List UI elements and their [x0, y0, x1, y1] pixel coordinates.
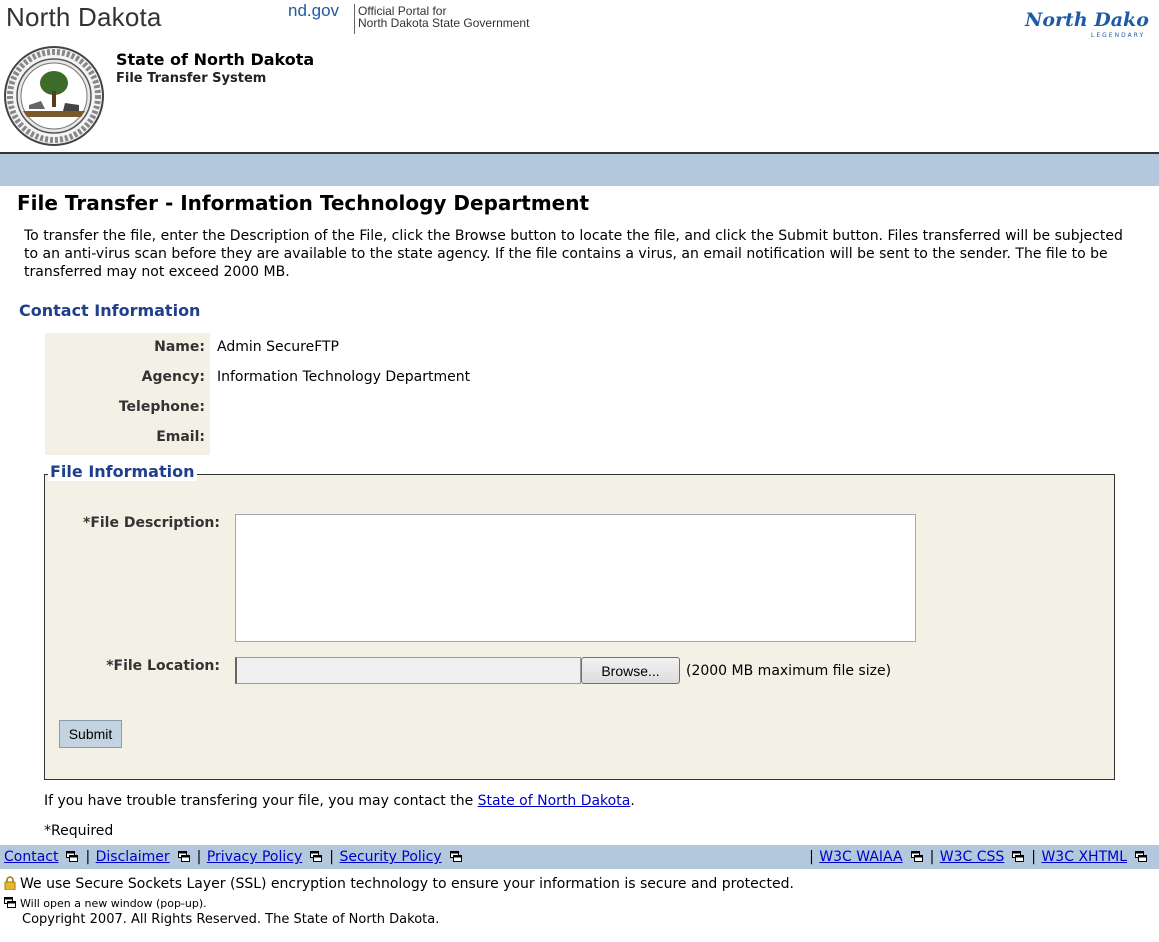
- ssl-note-text: We use Secure Sockets Layer (SSL) encryp…: [20, 876, 794, 892]
- popup-window-icon: [177, 851, 190, 862]
- footer-link-w3c-xhtml[interactable]: W3C XHTML: [1041, 849, 1127, 865]
- agency-value: Information Technology Department: [217, 369, 471, 385]
- state-title: State of North Dakota: [116, 50, 315, 69]
- logo-tagline: LEGENDARY: [1091, 32, 1145, 39]
- page-title: File Transfer - Information Technology D…: [17, 191, 590, 215]
- lock-icon: [4, 876, 16, 890]
- file-description-label: *File Description:: [83, 515, 220, 531]
- separator: |: [809, 849, 814, 865]
- name-value: Admin SecureFTP: [217, 339, 340, 355]
- footer-link-contact[interactable]: Contact: [4, 849, 58, 865]
- system-title: File Transfer System: [116, 71, 267, 86]
- email-label: Email:: [156, 429, 205, 445]
- great-seal-icon: [4, 46, 104, 146]
- intro-text: To transfer the file, enter the Descript…: [24, 228, 1123, 280]
- file-location-label: *File Location:: [106, 658, 220, 674]
- separator: |: [929, 849, 935, 865]
- footer-link-security-policy[interactable]: Security Policy: [339, 849, 441, 865]
- logo-text: North Dakota: [1024, 9, 1149, 31]
- popup-window-icon: [66, 851, 79, 862]
- separator: |: [1031, 849, 1037, 865]
- portal-tagline: Official Portal for North Dakota State G…: [358, 5, 529, 29]
- portal-line-2: North Dakota State Government: [358, 16, 530, 30]
- ssl-note: We use Secure Sockets Layer (SSL) encryp…: [4, 876, 794, 892]
- trouble-prefix: If you have trouble transfering your fil…: [44, 793, 478, 809]
- state-contact-link[interactable]: State of North Dakota: [478, 793, 631, 809]
- popup-window-icon: [449, 851, 462, 862]
- popup-window-icon: [4, 897, 16, 908]
- trouble-text: If you have trouble transfering your fil…: [44, 793, 635, 809]
- footer-link-privacy-policy[interactable]: Privacy Policy: [207, 849, 302, 865]
- popup-window-icon: [1012, 851, 1025, 862]
- footer-links-left: Contact | Disclaimer | Privacy Policy | Sec…: [4, 849, 468, 865]
- footer-links-right: | W3C WAIAA | W3C CSS | W3C XHTML: [808, 849, 1153, 865]
- portal-divider: [354, 4, 355, 34]
- browse-button[interactable]: Browse...: [581, 657, 680, 684]
- copyright: Copyright 2007. All Rights Reserved. The…: [22, 912, 440, 927]
- agency-label: Agency:: [141, 369, 205, 385]
- submit-button[interactable]: Submit: [59, 720, 122, 748]
- contact-heading: Contact Information: [19, 301, 201, 320]
- top-bar: North Dakota nd.gov Official Portal for …: [0, 0, 1159, 46]
- footer-link-w3c-css[interactable]: W3C CSS: [940, 849, 1005, 865]
- file-location-input[interactable]: [235, 657, 581, 684]
- file-description-textarea[interactable]: [235, 514, 916, 642]
- name-label: Name:: [154, 339, 205, 355]
- separator: |: [85, 849, 91, 865]
- popup-window-icon: [1135, 851, 1147, 862]
- footer-link-disclaimer[interactable]: Disclaimer: [96, 849, 170, 865]
- nav-band: [0, 152, 1159, 186]
- file-information-legend: File Information: [48, 462, 197, 481]
- separator: |: [329, 849, 334, 865]
- popup-window-icon: [910, 851, 923, 862]
- popup-window-icon: [310, 851, 323, 862]
- telephone-label: Telephone:: [118, 399, 205, 415]
- separator: |: [196, 849, 202, 865]
- north-dakota-legendary-logo[interactable]: North Dakota LEGENDARY: [1021, 4, 1149, 40]
- trouble-suffix: .: [630, 793, 635, 809]
- max-file-size-note: (2000 MB maximum file size): [686, 663, 892, 679]
- footer-link-w3c-waiaa[interactable]: W3C WAIAA: [819, 849, 902, 865]
- required-note: *Required: [44, 823, 114, 839]
- popup-note: Will open a new window (pop-up).: [4, 897, 207, 910]
- ndgov-link[interactable]: nd.gov: [288, 1, 339, 21]
- brand-name: North Dakota: [6, 2, 162, 32]
- footer-bar: Contact | Disclaimer | Privacy Policy | Sec…: [0, 845, 1159, 869]
- popup-note-text: Will open a new window (pop-up).: [20, 897, 207, 910]
